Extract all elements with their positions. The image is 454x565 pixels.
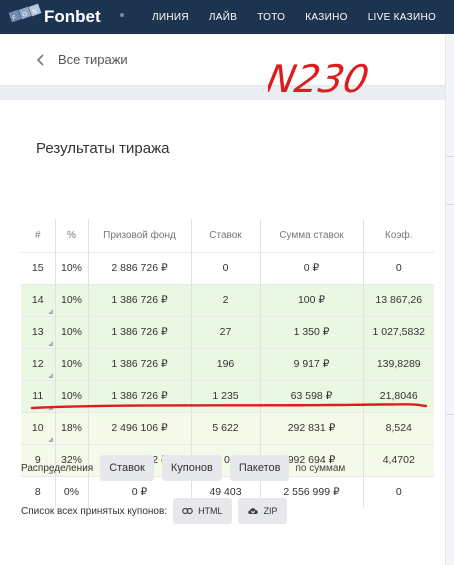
cell-num: 14 xyxy=(21,283,56,316)
main-panel: Все тиражи Результаты тиража # % Призово… xyxy=(0,34,445,565)
brand-logo[interactable]: F O N Fonbet xyxy=(0,0,130,34)
table-header-row: # % Призовой фонд Ставок Сумма ставок Ко… xyxy=(21,219,434,252)
cell-num: 12 xyxy=(21,347,56,380)
top-nav: F O N Fonbet ЛИНИЯ ЛАЙВ ТОТО КАЗИНО LIVE… xyxy=(0,0,454,34)
cell-num: 10 xyxy=(21,411,56,444)
cell-coef: 139,8289 xyxy=(363,347,434,380)
nav-item-line[interactable]: ЛИНИЯ xyxy=(130,12,199,23)
coupons-label: Список всех принятых купонов: xyxy=(21,505,168,517)
cell-sum: 1 350 ₽ xyxy=(260,315,364,348)
expand-corner-icon[interactable] xyxy=(47,436,53,442)
handwritten-annotation: N230 xyxy=(268,57,373,100)
nav-item-toto[interactable]: ТОТО xyxy=(247,12,295,23)
header-pct: % xyxy=(55,219,89,252)
html-download-button[interactable]: HTML xyxy=(173,498,232,524)
cell-sum: 100 ₽ xyxy=(260,283,364,316)
right-edge-divider xyxy=(446,156,454,157)
cell-pct: 10% xyxy=(55,315,89,348)
cell-sum: 292 831 ₽ xyxy=(260,411,364,444)
draw-results-card: Результаты тиража # % Призовой фонд Став… xyxy=(0,100,445,565)
cell-pct: 10% xyxy=(55,283,89,316)
handwritten-annotation-text: N230 xyxy=(268,57,373,100)
distribution-suffix: по суммам xyxy=(295,462,346,474)
header-bets: Ставок xyxy=(191,219,261,252)
cell-num-text: 14 xyxy=(31,294,44,306)
cell-sum: 9 917 ₽ xyxy=(260,347,364,380)
cell-fund: 1 386 726 ₽ xyxy=(88,347,192,380)
cell-coef: 0 xyxy=(363,251,434,284)
cell-num-text: 12 xyxy=(31,358,44,370)
cloud-download-icon xyxy=(247,508,258,514)
header-num: # xyxy=(21,219,56,252)
right-edge-panel xyxy=(445,34,454,565)
distribution-bets-button[interactable]: Ставок xyxy=(100,455,154,481)
nav-menu: ЛИНИЯ ЛАЙВ ТОТО КАЗИНО LIVE КАЗИНО xyxy=(130,0,446,34)
cell-num-text: 10 xyxy=(31,422,44,434)
header-fund: Призовой фонд xyxy=(88,219,192,252)
zip-download-button[interactable]: ZIP xyxy=(237,498,287,524)
right-edge-divider xyxy=(446,204,454,205)
cell-fund: 1 386 726 ₽ xyxy=(88,283,192,316)
cell-fund: 1 386 726 ₽ xyxy=(88,315,192,348)
header-sum: Сумма ставок xyxy=(260,219,364,252)
expand-corner-icon[interactable] xyxy=(47,308,53,314)
brand-dot xyxy=(120,13,124,17)
cell-fund: 2 496 106 ₽ xyxy=(88,411,192,444)
cell-bets: 0 xyxy=(191,251,261,284)
distribution-coupons-button[interactable]: Купонов xyxy=(161,455,222,481)
cell-coef: 1 027,5832 xyxy=(363,315,434,348)
coupons-row: Список всех принятых купонов: HTML ZIP xyxy=(21,498,287,524)
cell-coef: 8,524 xyxy=(363,411,434,444)
back-link-label: Все тиражи xyxy=(58,52,128,67)
cell-num: 15 xyxy=(21,251,56,284)
table-row[interactable]: 14 10% 1 386 726 ₽ 2 100 ₽ 13 867,26 xyxy=(21,283,434,316)
cell-sum: 0 ₽ xyxy=(260,251,364,284)
distribution-packages-button[interactable]: Пакетов xyxy=(229,455,290,481)
chevron-left-icon xyxy=(36,53,44,66)
page-title: Результаты тиража xyxy=(36,140,170,157)
distribution-label: Распределения xyxy=(21,462,94,474)
highlight-underline xyxy=(30,403,428,410)
expand-corner-icon[interactable] xyxy=(47,372,53,378)
cell-coef: 0 xyxy=(363,475,434,508)
table-row: 15 10% 2 886 726 ₽ 0 0 ₽ 0 xyxy=(21,251,434,284)
cell-bets: 196 xyxy=(191,347,261,380)
cell-bets: 2 xyxy=(191,283,261,316)
cell-fund: 2 886 726 ₽ xyxy=(88,251,192,284)
zip-button-label: ZIP xyxy=(263,506,278,516)
logo-icon: F O N xyxy=(8,3,42,31)
header-coef: Коэф. xyxy=(363,219,434,252)
right-edge-divider xyxy=(446,414,454,415)
html-button-label: HTML xyxy=(198,506,223,516)
brand-name: Fonbet xyxy=(44,7,101,26)
cell-coef: 4,4702 xyxy=(363,443,434,476)
cell-coef: 13 867,26 xyxy=(363,283,434,316)
cell-num-text: 13 xyxy=(31,326,44,338)
expand-corner-icon[interactable] xyxy=(47,340,53,346)
cell-pct: 10% xyxy=(55,347,89,380)
distribution-row: Распределения Ставок Купонов Пакетов по … xyxy=(21,455,345,481)
table-row[interactable]: 12 10% 1 386 726 ₽ 196 9 917 ₽ 139,8289 xyxy=(21,347,434,380)
link-icon xyxy=(182,507,193,515)
cell-pct: 10% xyxy=(55,251,89,284)
cell-bets: 27 xyxy=(191,315,261,348)
cell-num: 13 xyxy=(21,315,56,348)
cell-bets: 5 622 xyxy=(191,411,261,444)
nav-item-live[interactable]: ЛАЙВ xyxy=(199,12,247,23)
table-row[interactable]: 13 10% 1 386 726 ₽ 27 1 350 ₽ 1 027,5832 xyxy=(21,315,434,348)
nav-item-live-casino[interactable]: LIVE КАЗИНО xyxy=(358,12,446,23)
table-row[interactable]: 10 18% 2 496 106 ₽ 5 622 292 831 ₽ 8,524 xyxy=(21,411,434,444)
nav-item-casino[interactable]: КАЗИНО xyxy=(295,12,357,23)
cell-pct: 18% xyxy=(55,411,89,444)
